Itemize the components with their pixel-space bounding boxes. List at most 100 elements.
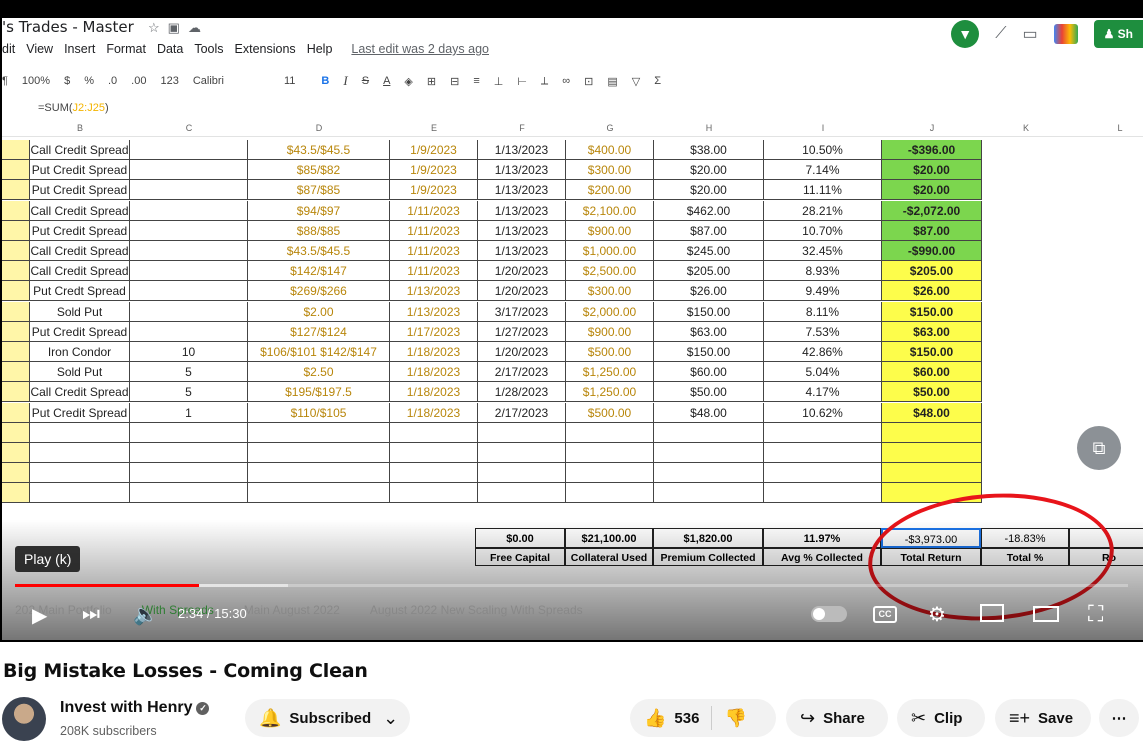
channel-name[interactable]: Invest with Henry ✓: [60, 699, 210, 717]
cell-exp[interactable]: 1/27/2023: [478, 321, 566, 342]
cell-premium[interactable]: $63.00: [654, 321, 764, 342]
align-icon[interactable]: ≡: [473, 75, 479, 87]
cell-pct[interactable]: 8.11%: [764, 301, 882, 322]
cell-premium[interactable]: $245.00: [654, 241, 764, 261]
comment-icon[interactable]: ▭: [1022, 24, 1037, 44]
cell[interactable]: [982, 201, 1143, 221]
volume-icon[interactable]: 🔈: [133, 602, 158, 627]
cell-collateral[interactable]: $500.00: [566, 342, 654, 362]
cell-pct[interactable]: [764, 463, 882, 484]
cell-qty[interactable]: [130, 321, 248, 342]
cell-premium[interactable]: $462.00: [654, 200, 764, 221]
cell-qty[interactable]: [130, 241, 248, 261]
cell-ret[interactable]: $63.00: [882, 321, 982, 342]
cell-exp[interactable]: [478, 463, 566, 484]
cell-open[interactable]: [390, 422, 478, 443]
cell[interactable]: [2, 443, 30, 463]
cell-exp[interactable]: [478, 483, 566, 504]
cell-exp[interactable]: 1/13/2023: [478, 200, 566, 221]
menu-help[interactable]: Help: [307, 42, 333, 56]
cell-open[interactable]: 1/18/2023: [390, 362, 478, 383]
cell-collateral[interactable]: [566, 422, 654, 443]
col-header[interactable]: K: [982, 120, 1070, 137]
autoplay-toggle[interactable]: [811, 606, 847, 622]
cell-qty[interactable]: [130, 281, 248, 302]
cell-premium[interactable]: $20.00: [654, 160, 764, 181]
thumbs-up-icon[interactable]: 👍: [644, 708, 666, 729]
cell-open[interactable]: [390, 443, 478, 463]
like-count[interactable]: 536: [674, 710, 699, 727]
progress-played[interactable]: [15, 584, 199, 587]
cell[interactable]: [2, 342, 30, 362]
cell-strikes[interactable]: $43.5/$45.5: [248, 241, 390, 261]
settings-gear-icon[interactable]: ⚙: [928, 602, 946, 627]
cell-strikes[interactable]: [248, 443, 390, 463]
cell-ret[interactable]: $87.00: [882, 220, 982, 241]
cell-open[interactable]: 1/11/2023: [390, 220, 478, 241]
cell-exp[interactable]: [478, 422, 566, 443]
share-sheet-button[interactable]: ♟ Sh: [1093, 20, 1143, 48]
cell-pct[interactable]: 10.50%: [764, 140, 882, 160]
menu-extensions[interactable]: Extensions: [235, 42, 296, 56]
cell-strikes[interactable]: $2.50: [248, 362, 390, 383]
cell-pct[interactable]: 28.21%: [764, 200, 882, 221]
cell-exp[interactable]: 1/20/2023: [478, 261, 566, 282]
cell[interactable]: [2, 200, 30, 221]
cell-exp[interactable]: 1/13/2023: [478, 241, 566, 261]
channel-avatar[interactable]: [2, 697, 46, 741]
cell-open[interactable]: 1/13/2023: [390, 301, 478, 322]
cell-premium[interactable]: $60.00: [654, 362, 764, 383]
thumbs-down-icon[interactable]: 👎: [724, 708, 746, 729]
cell-collateral[interactable]: $500.00: [566, 402, 654, 423]
font-select[interactable]: Calibri: [193, 75, 224, 87]
cell-pct[interactable]: 10.62%: [764, 402, 882, 423]
last-edit-link[interactable]: Last edit was 2 days ago: [351, 42, 489, 56]
cell-ret[interactable]: $48.00: [882, 402, 982, 423]
cell-qty[interactable]: [130, 443, 248, 463]
functions-icon[interactable]: Σ: [654, 75, 661, 87]
cell-collateral[interactable]: $1,250.00: [566, 362, 654, 383]
share-button[interactable]: ↪ Share: [786, 699, 888, 737]
cell-qty[interactable]: [130, 301, 248, 322]
cell[interactable]: [2, 301, 30, 322]
cell-pct[interactable]: 10.70%: [764, 220, 882, 241]
cell-qty[interactable]: [130, 160, 248, 181]
cell[interactable]: [982, 281, 1143, 301]
cell-open[interactable]: 1/11/2023: [390, 200, 478, 221]
menu-insert[interactable]: Insert: [64, 42, 95, 56]
cell-strategy[interactable]: Sold Put: [30, 301, 130, 322]
cell[interactable]: [2, 281, 30, 302]
cell[interactable]: [982, 322, 1143, 342]
cell-open[interactable]: 1/13/2023: [390, 281, 478, 302]
comment-add-icon[interactable]: ⊡: [584, 75, 593, 88]
cell-pct[interactable]: [764, 422, 882, 443]
col-header[interactable]: H: [654, 120, 764, 137]
cell-strikes[interactable]: [248, 422, 390, 443]
col-header[interactable]: G: [566, 120, 654, 137]
cell-collateral[interactable]: $300.00: [566, 281, 654, 302]
cell-premium[interactable]: $48.00: [654, 402, 764, 423]
cell-strategy[interactable]: Put Credit Spread: [30, 402, 130, 423]
cell-collateral[interactable]: [566, 483, 654, 504]
col-header[interactable]: F: [478, 120, 566, 137]
cell[interactable]: [982, 463, 1143, 483]
cell[interactable]: [982, 342, 1143, 362]
cell-exp[interactable]: 1/20/2023: [478, 281, 566, 302]
channel-name-text[interactable]: Invest with Henry: [60, 699, 192, 716]
cell[interactable]: [982, 140, 1143, 160]
cell-collateral[interactable]: [566, 463, 654, 484]
cell-pct[interactable]: 5.04%: [764, 362, 882, 383]
cell-ret[interactable]: $20.00: [882, 180, 982, 201]
cell-ret[interactable]: [882, 443, 982, 463]
cell-ret[interactable]: $150.00: [882, 342, 982, 362]
cell[interactable]: [2, 402, 30, 423]
cell-ret[interactable]: $150.00: [882, 301, 982, 322]
cell[interactable]: [2, 180, 30, 201]
cell-strikes[interactable]: [248, 483, 390, 504]
cell-pct[interactable]: [764, 483, 882, 504]
cell-collateral[interactable]: $300.00: [566, 160, 654, 181]
cell[interactable]: [2, 220, 30, 241]
cell-strategy[interactable]: Put Credit Spread: [30, 160, 130, 181]
cell-open[interactable]: 1/17/2023: [390, 321, 478, 342]
cell-strategy[interactable]: Call Credit Spread: [30, 382, 130, 403]
